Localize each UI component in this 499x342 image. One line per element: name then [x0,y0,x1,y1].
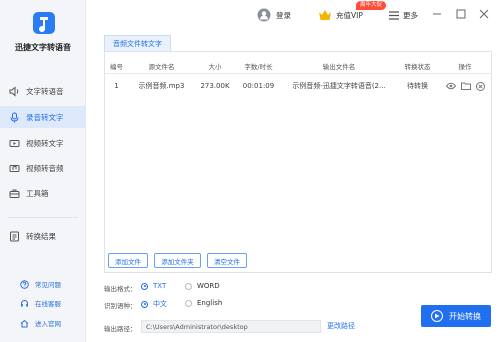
minimize-icon [432,9,442,19]
official-site-link[interactable]: 进入官网 [0,316,86,330]
app-name: 迅捷文字转语音 [15,43,71,52]
column-header: 字数/时长 [244,62,273,71]
app-logo-icon [33,12,55,34]
sidebar-item-label: 录音转文字 [26,112,64,122]
radio-dot [185,299,192,307]
file-table: 编号 源文件名 大小 字数/时长 输出文件名 转换状态 操作 1 示例音频.mp… [104,51,492,273]
column-header: 编号 [110,62,123,71]
column-header: 输出文件名 [322,62,356,71]
official-site-link-label: 进入官网 [35,320,61,328]
close-button[interactable] [478,8,490,20]
home-icon [20,319,29,328]
online-service-link-label: 在线客服 [35,300,61,308]
file-size: 273.00K [200,82,230,90]
sidebar-item-toolbox[interactable]: 工具箱 [0,182,86,204]
speaker-icon [9,85,20,97]
format-txt-radio[interactable]: TXT [141,282,166,290]
menu-icon [389,10,399,20]
sidebar-divider [8,217,78,218]
column-header: 操作 [458,62,472,71]
minimize-button[interactable] [431,8,443,20]
microphone-icon [9,112,20,123]
video-icon [9,138,20,149]
radio-dot [185,282,192,290]
online-service-link[interactable]: 在线客服 [0,296,86,310]
radio-dot [141,300,148,308]
column-header: 转换状态 [404,62,431,71]
clear-files-button[interactable]: 清空文件 [207,253,247,268]
more-label: 更多 [403,10,418,20]
format-word-radio[interactable]: WORD [185,282,220,290]
preview-eye-icon[interactable] [445,82,456,90]
add-folder-button[interactable]: 添加文件夹 [154,253,201,268]
question-icon [20,279,29,289]
sidebar-item-video-to-audio[interactable]: 视频转音频 [0,157,86,179]
output-path-field[interactable]: C:\Users\Administrator\desktop [141,320,321,333]
conversion-status: 待转换 [407,82,428,90]
sidebar-item-video-to-text[interactable]: 视频转文字 [0,132,86,154]
results-icon [9,231,20,242]
login-label: 登录 [276,10,291,20]
row-index: 1 [114,82,119,90]
sidebar: 迅捷文字转语音 文字转语音 录音转文字 视频转文字 视频转音频 工具箱 转换结果… [0,0,86,342]
file-duration: 00:01:09 [242,82,275,90]
sidebar-item-text-to-speech[interactable]: 文字转语音 [0,80,86,102]
login-button[interactable]: 登录 [257,7,291,23]
maximize-button[interactable] [455,8,467,20]
output-path-label: 输出路径： [104,325,137,333]
tab-audio-to-text[interactable]: 音频文件转文字 [104,35,171,51]
row-actions [439,76,491,96]
start-convert-button[interactable]: 开始转换 [421,305,491,327]
folder-icon[interactable] [460,82,471,90]
vip-label: 充值VIP [336,10,363,20]
delete-icon[interactable] [475,81,485,91]
toolbox-icon [9,188,20,199]
sidebar-item-speech-to-text[interactable]: 录音转文字 [0,106,86,128]
column-header: 大小 [208,62,222,71]
language-english-radio[interactable]: English [185,299,222,307]
more-menu-button[interactable]: 更多 [389,7,418,23]
play-icon [431,310,443,322]
sidebar-item-label: 转换结果 [26,231,56,241]
start-convert-label: 开始转换 [449,311,481,321]
faq-link[interactable]: 常见问题 [0,277,86,291]
output-format-label: 输出格式： [104,285,137,293]
user-icon [257,8,271,22]
sidebar-item-results[interactable]: 转换结果 [0,225,86,247]
output-file-name: 示例音频-迅捷文字转语音(2... [292,82,386,90]
crown-icon [318,9,332,21]
radio-dot [141,282,148,290]
format-word-label: WORD [197,282,220,290]
sidebar-item-label: 视频转音频 [26,163,64,173]
headset-icon [20,299,29,308]
column-header: 源文件名 [148,62,175,71]
faq-link-label: 常见问题 [35,281,61,289]
video-audio-icon [9,163,20,174]
table-row[interactable]: 1 示例音频.mp3 273.00K 00:01:09 示例音频-迅捷文字转语音… [105,76,491,96]
change-path-link[interactable]: 更改路径 [327,321,355,331]
add-file-button[interactable]: 添加文件 [108,253,148,268]
vip-recharge-button[interactable]: 充值VIP [318,7,363,23]
table-header: 编号 源文件名 大小 字数/时长 输出文件名 转换状态 操作 [105,58,491,74]
language-english-label: English [197,299,223,307]
sidebar-item-label: 视频转文字 [26,138,64,148]
sidebar-item-label: 文字转语音 [26,86,64,96]
close-icon [479,9,489,19]
language-label: 识别语种： [104,302,137,310]
format-txt-label: TXT [153,282,167,290]
language-chinese-radio[interactable]: 中文 [141,299,167,309]
source-file-name: 示例音频.mp3 [138,82,185,90]
maximize-icon [456,9,466,19]
language-chinese-label: 中文 [153,300,167,308]
sidebar-item-label: 工具箱 [26,188,49,198]
